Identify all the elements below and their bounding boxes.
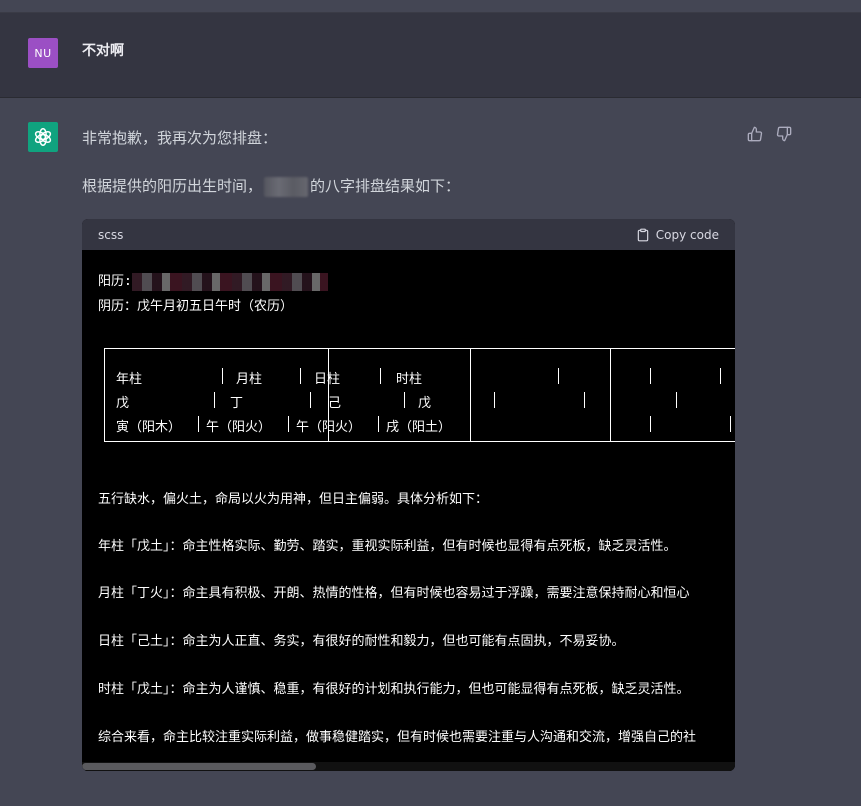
table-divider	[720, 368, 721, 384]
table-header-cell: 月柱	[236, 372, 263, 387]
table-divider	[558, 368, 559, 384]
user-message-text: 不对啊	[82, 43, 124, 59]
assistant-paragraph-2: 根据提供的阳历出生时间， 的八字排盘结果如下：	[82, 175, 460, 197]
previous-message-edge	[0, 0, 861, 13]
assistant-avatar	[28, 122, 58, 152]
code-line: 五行缺水，偏火土，命局以火为用神，但日主偏弱。具体分析如下：	[98, 492, 489, 507]
table-cell: 己	[328, 396, 342, 411]
code-line: 时柱「戊土」：命主为人谨慎、稳重，有很好的计划和执行能力，但也可能显得有点死板，…	[98, 682, 690, 697]
table-bottom-border	[104, 441, 735, 442]
table-divider	[650, 368, 651, 384]
code-block: scss Copy code 阳历: 阴历：戊午月初五日午时（农历） 年柱 月柱…	[82, 219, 735, 771]
table-divider	[380, 368, 381, 384]
code-line-lunar: 阴历：戊午月初五日午时（农历）	[98, 299, 294, 314]
assistant-message-row: 非常抱歉，我再次为您排盘： 根据提供的阳历出生时间， 的八字排盘结果如下： scs…	[0, 98, 861, 806]
thumbs-up-button[interactable]	[745, 124, 765, 144]
table-cell: 丁	[230, 396, 244, 411]
code-line: 日柱「己土」：命主为人正直、务实，有很好的耐性和毅力，但也可能有点固执，不易妥协…	[98, 634, 625, 649]
table-divider	[470, 348, 471, 442]
table-header-cell: 时柱	[396, 372, 423, 387]
scrollbar-thumb[interactable]	[82, 763, 316, 770]
bazi-table: 年柱 月柱 日柱 时柱 戊 丁 己 戊 寅（阳木） 午（阳火） 午（阳火） 戌（…	[98, 338, 735, 458]
table-divider	[300, 368, 301, 384]
table-divider	[584, 392, 585, 408]
code-line: 月柱「丁火」：命主具有积极、开朗、热情的性格，但有时候也容易过于浮躁，需要注意保…	[98, 586, 690, 601]
code-language-label: scss	[98, 227, 124, 242]
thumbs-up-icon	[747, 126, 763, 142]
table-divider	[730, 416, 731, 432]
table-cell: 戊	[418, 396, 432, 411]
code-block-header: scss Copy code	[82, 219, 735, 250]
thumbs-down-button[interactable]	[774, 124, 794, 144]
user-message-row: NU 不对啊	[0, 13, 861, 98]
redacted-name	[264, 176, 309, 197]
clipboard-icon	[637, 228, 649, 241]
table-divider	[494, 392, 495, 408]
table-cell: 午（阳火）	[206, 420, 272, 435]
user-avatar: NU	[28, 38, 58, 68]
copy-code-button[interactable]: Copy code	[636, 228, 719, 242]
table-divider	[104, 348, 105, 442]
code-line-solar: 阳历:	[98, 270, 328, 291]
horizontal-scrollbar[interactable]	[82, 762, 735, 771]
solar-label: 阳历:	[98, 274, 132, 289]
code-content: 阳历: 阴历：戊午月初五日午时（农历） 年柱 月柱 日柱 时柱 戊 丁 己 戊 …	[82, 250, 735, 771]
paragraph-2-start: 根据提供的阳历出生时间，	[82, 177, 263, 195]
table-divider	[222, 368, 223, 384]
table-divider	[288, 416, 289, 432]
assistant-paragraph-1: 非常抱歉，我再次为您排盘：	[82, 129, 278, 147]
table-divider	[198, 416, 199, 432]
code-line: 年柱「戊土」：命主性格实际、勤劳、踏实，重视实际利益，但有时候也显得有点死板，缺…	[98, 539, 677, 554]
table-divider	[214, 392, 215, 408]
table-divider	[378, 416, 379, 432]
copy-code-label: Copy code	[655, 227, 719, 242]
table-divider	[676, 392, 677, 408]
openai-logo-icon	[34, 128, 52, 146]
table-cell: 戊	[116, 396, 130, 411]
table-header-cell: 日柱	[314, 372, 341, 387]
thumbs-down-icon	[776, 126, 792, 142]
table-divider	[310, 392, 311, 408]
paragraph-2-end: 的八字排盘结果如下：	[310, 177, 461, 195]
table-divider	[404, 392, 405, 408]
table-top-border	[104, 348, 735, 349]
table-divider	[610, 348, 611, 442]
redacted-solar-date	[131, 272, 328, 291]
table-cell: 寅（阳木）	[116, 420, 182, 435]
table-divider	[650, 416, 651, 432]
table-cell: 午（阳火）	[296, 420, 362, 435]
table-header-cell: 年柱	[116, 372, 143, 387]
code-line: 综合来看，命主比较注重实际利益，做事稳健踏实，但有时候也需要注重与人沟通和交流，…	[98, 730, 697, 745]
table-cell: 戌（阳土）	[386, 420, 452, 435]
